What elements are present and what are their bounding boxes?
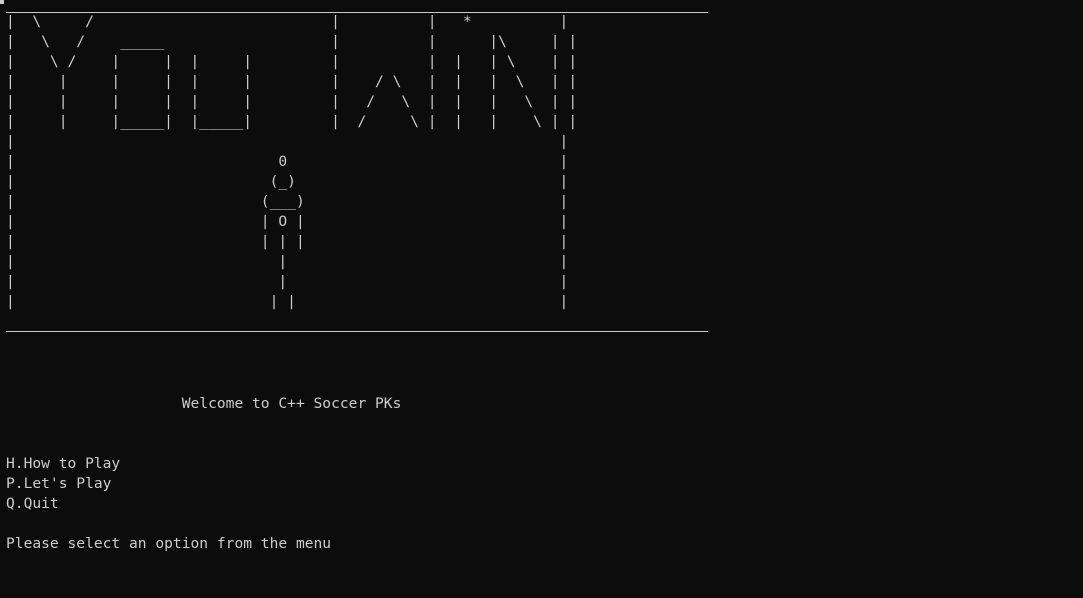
menu-option-quit: Q.Quit <box>6 495 59 512</box>
menu-option-lets-play: P.Let's Play <box>6 475 112 492</box>
banner-bottom-border <box>6 331 708 332</box>
welcome-message: Welcome to C++ Soccer PKs <box>6 395 402 412</box>
you-win-ascii-banner: | \ / | | * | | \ / _____ | | |\ | | | \… <box>6 13 578 310</box>
window-corner-mark <box>0 0 4 4</box>
console-window: | \ / | | * | | \ / _____ | | |\ | | | \… <box>0 0 1083 598</box>
menu-option-how-to-play: H.How to Play <box>6 455 121 472</box>
menu-prompt: Please select an option from the menu <box>6 535 332 552</box>
